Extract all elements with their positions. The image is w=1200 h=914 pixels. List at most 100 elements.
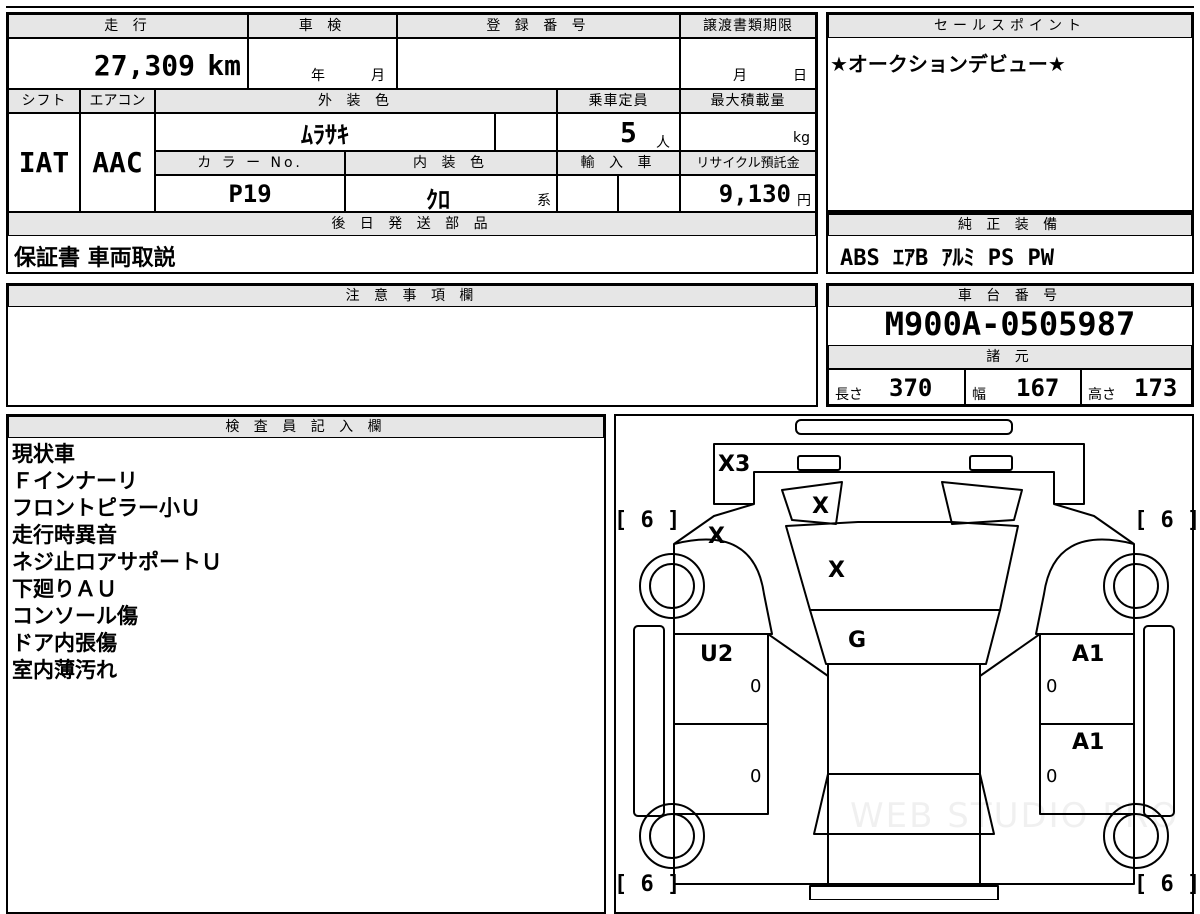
- spec-width-label: 幅: [972, 387, 986, 403]
- interior-color-suffix: 系: [537, 193, 551, 209]
- max-load-header: 最大積載量: [680, 89, 816, 113]
- max-load-cell: kg: [680, 113, 816, 151]
- spec-width-value: 167: [1016, 374, 1060, 402]
- shift-value: IAT: [18, 146, 70, 179]
- chassis-number-value: M900A-0505987: [884, 305, 1136, 343]
- specs-header: 諸 元: [828, 345, 1192, 369]
- damage-label-right-front-door: A1: [1072, 642, 1105, 667]
- spec-length-cell: 長さ 370: [828, 369, 965, 405]
- aircon-cell: AAC: [80, 113, 155, 212]
- door-value: 0: [750, 766, 762, 787]
- mileage-value: 27,309: [93, 49, 195, 82]
- later-items-header: 後 日 発 送 部 品: [8, 212, 816, 236]
- inspection-header: 車 検: [248, 14, 397, 38]
- chassis-number-header: 車 台 番 号: [828, 285, 1192, 307]
- recycle-fee-header: リサイクル預託金: [680, 151, 816, 175]
- transfer-deadline-cell: 月 日: [680, 38, 816, 89]
- genuine-equipment-header: 純 正 装 備: [828, 214, 1192, 236]
- interior-color-header: 内 装 色: [345, 151, 557, 175]
- mileage-unit: km: [207, 49, 241, 82]
- watermark: WEB STUDIO PRO: [850, 796, 1180, 836]
- inspector-note: コンソール傷: [12, 604, 138, 628]
- spec-length-label: 長さ: [835, 387, 863, 403]
- inspection-month-label: 月: [371, 68, 385, 84]
- inspection-cell: 年 月: [248, 38, 397, 89]
- shift-header: シフト: [8, 89, 80, 113]
- capacity-unit: 人: [656, 135, 670, 151]
- damage-label-left-front-door: U2: [700, 642, 734, 667]
- genuine-equipment-text: ABS ｴｱB ｱﾙﾐ PS PW: [840, 246, 1054, 271]
- shift-cell: IAT: [8, 113, 80, 212]
- caution-header: 注 意 事 項 欄: [8, 285, 816, 307]
- aircon-value: AAC: [92, 146, 143, 179]
- spec-height-value: 173: [1134, 374, 1178, 402]
- import-car-cell-a: [557, 175, 618, 212]
- exterior-color-cell: ﾑﾗｻｷ: [155, 113, 495, 151]
- inspector-note: ドア内張傷: [12, 631, 117, 655]
- color-no-cell: P19: [155, 175, 345, 212]
- recycle-fee-value: 9,130: [718, 180, 791, 208]
- exterior-color-extra-cell: [495, 113, 557, 151]
- transfer-month-label: 月: [733, 68, 747, 84]
- inspector-note: フロントピラー小Ｕ: [12, 496, 201, 520]
- exterior-color-header: 外 装 色: [155, 89, 557, 113]
- inspector-note: 走行時異音: [12, 523, 117, 547]
- registration-cell: [397, 38, 680, 89]
- tire-label-rear-right: [ 6 ]: [1134, 872, 1200, 897]
- mileage-cell: 27,309 km: [8, 38, 248, 89]
- rear-bumper: [809, 885, 999, 900]
- recycle-fee-cell: 9,130 円: [680, 175, 816, 212]
- tire-rear-left-inner: [649, 813, 695, 859]
- interior-color-value: ｸﾛ: [426, 186, 450, 214]
- front-bumper: [713, 443, 1085, 505]
- inspector-notes: 現状車 Ｆインナーリ フロントピラー小Ｕ 走行時異音 ネジ止ロアサポートＵ 下廻…: [12, 441, 222, 684]
- tire-label-front-right: [ 6 ]: [1134, 508, 1200, 533]
- aircon-header: エアコン: [80, 89, 155, 113]
- mileage-header: 走 行: [8, 14, 248, 38]
- headlight-right: [941, 481, 1023, 525]
- registration-header: 登 録 番 号: [397, 14, 680, 38]
- door-value: 0: [1046, 766, 1058, 787]
- damage-label-hood-top: X: [812, 494, 829, 519]
- inspector-note: 現状車: [12, 442, 75, 466]
- inspector-note: 下廻りＡＵ: [12, 577, 117, 601]
- transfer-day-label: 日: [793, 68, 807, 84]
- recycle-fee-unit: 円: [797, 193, 811, 209]
- inspector-header: 検 査 員 記 入 欄: [8, 416, 604, 438]
- windshield: [809, 609, 1001, 665]
- tire-label-rear-left: [ 6 ]: [614, 872, 681, 897]
- color-no-value: P19: [228, 179, 272, 208]
- fog-lamp-right: [969, 455, 1013, 471]
- sales-point-text: ★オークションデビュー★: [830, 52, 1066, 76]
- door-value: 0: [1046, 676, 1058, 697]
- spec-width-cell: 幅 167: [965, 369, 1081, 405]
- damage-label-windshield: G: [848, 628, 867, 653]
- right-side-strip: [1143, 625, 1175, 817]
- interior-color-cell: ｸﾛ 系: [345, 175, 557, 214]
- tire-front-right-inner: [1113, 563, 1159, 609]
- transfer-deadline-header: 譲渡書類期限: [680, 14, 816, 38]
- hood: [785, 521, 1019, 611]
- top-strip: [6, 0, 1194, 8]
- damage-label-hood: X: [828, 558, 845, 583]
- import-car-cell-b: [618, 175, 680, 212]
- left-side-strip: [633, 625, 665, 817]
- right-front-fender: [1035, 538, 1135, 635]
- inspection-year-label: 年: [311, 68, 325, 84]
- tire-label-front-left: [ 6 ]: [614, 508, 681, 533]
- sales-point-header: セールスポイント: [828, 14, 1192, 38]
- spec-height-cell: 高さ 173: [1081, 369, 1192, 405]
- inspector-note: 室内薄汚れ: [12, 658, 117, 682]
- damage-label-left-fender: X: [708, 524, 725, 549]
- tire-front-left-inner: [649, 563, 695, 609]
- spec-length-value: 370: [889, 374, 933, 402]
- capacity-header: 乗車定員: [557, 89, 680, 113]
- max-load-unit: kg: [793, 130, 810, 146]
- import-car-header: 輸 入 車: [557, 151, 680, 175]
- door-value: 0: [750, 676, 762, 697]
- damage-label-front-bumper: X3: [718, 452, 751, 477]
- color-no-header: カ ラ ー No.: [155, 151, 345, 175]
- inspector-note: Ｆインナーリ: [12, 469, 138, 493]
- capacity-cell: 5 人: [557, 113, 680, 151]
- inspector-note: ネジ止ロアサポートＵ: [12, 550, 222, 574]
